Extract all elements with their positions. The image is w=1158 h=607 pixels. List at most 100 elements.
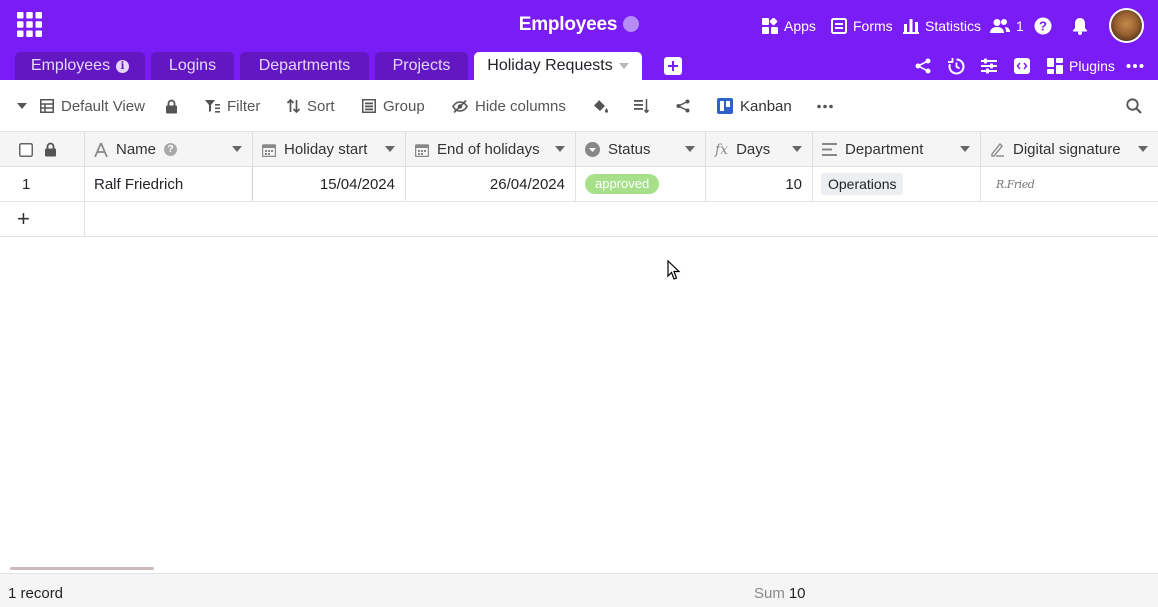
filter-button[interactable]: Filter <box>205 95 260 117</box>
statistics-footer: 1 record Sum 10 <box>0 573 1158 607</box>
paint-bucket-icon <box>594 99 608 113</box>
collaborators-button[interactable]: 1 <box>990 15 1024 37</box>
column-menu-icon[interactable] <box>1138 146 1148 152</box>
view-menu-toggle[interactable] <box>17 95 34 117</box>
column-end-of-holidays-label: End of holidays <box>437 141 540 158</box>
search-button[interactable] <box>1126 95 1149 117</box>
base-info-icon[interactable] <box>623 16 640 32</box>
info-icon: i <box>116 59 130 73</box>
bell-icon <box>1073 18 1087 35</box>
department-tag: Operations <box>821 173 904 195</box>
plugins-button[interactable]: Plugins <box>1047 55 1115 77</box>
table-header-row: Name ? Holiday start End of holidays Sta… <box>0 132 1158 167</box>
column-header-holiday-start[interactable]: Holiday start <box>253 132 406 167</box>
default-view-selector[interactable]: Default View <box>40 95 145 117</box>
plugins-label: Plugins <box>1069 58 1115 74</box>
more-icon <box>817 104 833 108</box>
row-height-button[interactable] <box>634 95 656 117</box>
column-header-department[interactable]: Department <box>813 132 981 167</box>
share-view-button[interactable] <box>676 95 697 117</box>
column-header-status[interactable]: Status <box>576 132 706 167</box>
link-icon <box>822 143 837 156</box>
cell-days[interactable]: 10 <box>706 167 813 201</box>
table-row[interactable]: 1 Ralf Friedrich 15/04/2024 26/04/2024 a… <box>0 167 1158 202</box>
share-icon <box>915 58 931 74</box>
sort-button[interactable]: Sort <box>287 95 335 117</box>
svg-text:?: ? <box>1039 19 1047 34</box>
lock-icon <box>166 99 177 113</box>
group-label: Group <box>383 97 425 115</box>
row-color-button[interactable] <box>593 95 616 117</box>
settings-button[interactable] <box>981 55 997 77</box>
share-button[interactable] <box>915 55 931 77</box>
plus-square-icon <box>664 57 682 75</box>
tab-logins-label: Logins <box>168 57 217 74</box>
cell-name[interactable]: Ralf Friedrich <box>85 167 253 201</box>
forms-icon <box>831 18 847 34</box>
column-department-label: Department <box>845 141 924 158</box>
notifications-button[interactable] <box>1072 15 1094 37</box>
cell-status[interactable]: approved <box>576 167 706 201</box>
eye-slash-icon <box>452 99 468 113</box>
help-icon[interactable]: ? <box>164 143 178 156</box>
column-header-digital-signature[interactable]: Digital signature <box>981 132 1158 167</box>
header-select-column <box>0 132 85 167</box>
row-index[interactable]: 1 <box>0 167 85 201</box>
column-header-end-of-holidays[interactable]: End of holidays <box>406 132 576 167</box>
status-badge: approved <box>585 174 660 194</box>
horizontal-scrollbar[interactable] <box>10 567 154 570</box>
table-icon <box>40 99 54 113</box>
column-menu-icon[interactable] <box>385 146 395 152</box>
user-avatar[interactable] <box>1109 8 1144 43</box>
tab-logins[interactable]: Logins <box>151 52 234 80</box>
apps-button[interactable]: Apps <box>762 15 816 37</box>
sort-icon <box>287 99 300 113</box>
column-menu-icon[interactable] <box>555 146 565 152</box>
add-row[interactable]: + <box>0 202 1158 237</box>
plugins-icon <box>1047 58 1063 74</box>
search-icon <box>1126 98 1142 114</box>
cell-holiday-start[interactable]: 15/04/2024 <box>253 167 406 201</box>
column-menu-icon[interactable] <box>792 146 802 152</box>
column-menu-icon[interactable] <box>685 146 695 152</box>
cell-digital-signature[interactable]: R.Fried <box>981 167 1158 201</box>
tab-projects[interactable]: Projects <box>375 52 468 80</box>
column-menu-icon[interactable] <box>232 146 242 152</box>
lock-view-button[interactable] <box>165 95 185 117</box>
hide-columns-button[interactable]: Hide columns <box>452 95 566 117</box>
statistics-icon <box>903 19 919 34</box>
cell-end-of-holidays[interactable]: 26/04/2024 <box>406 167 576 201</box>
group-icon <box>362 99 376 113</box>
api-button[interactable] <box>1014 55 1030 77</box>
group-button[interactable]: Group <box>362 95 425 117</box>
mouse-cursor-icon <box>667 260 681 280</box>
history-button[interactable] <box>948 55 965 77</box>
select-all-checkbox[interactable] <box>19 142 33 157</box>
cell-department[interactable]: Operations <box>813 167 981 201</box>
help-button[interactable]: ? <box>1034 15 1058 37</box>
base-title[interactable]: Employees <box>0 14 1158 36</box>
days-sum[interactable]: Sum 10 <box>754 585 806 602</box>
view-name: Default View <box>61 97 145 115</box>
share-icon <box>676 99 690 113</box>
tab-departments[interactable]: Departments <box>240 52 369 80</box>
kanban-button[interactable]: Kanban <box>717 95 792 117</box>
forms-button[interactable]: Forms <box>831 15 893 37</box>
chevron-down-icon[interactable] <box>618 63 629 69</box>
lock-icon[interactable] <box>44 142 57 157</box>
column-menu-icon[interactable] <box>960 146 970 152</box>
more-icon <box>1126 64 1144 68</box>
filter-icon <box>205 100 220 113</box>
tab-holiday-requests[interactable]: Holiday Requests <box>474 52 642 80</box>
more-options-button[interactable] <box>1126 55 1144 77</box>
column-header-name[interactable]: Name ? <box>85 132 253 167</box>
column-header-days[interactable]: fx Days <box>706 132 813 167</box>
add-row-button[interactable]: + <box>0 202 85 236</box>
single-select-icon <box>585 142 600 157</box>
statistics-button[interactable]: Statistics <box>903 15 981 37</box>
add-table-button[interactable] <box>664 57 682 75</box>
column-status-label: Status <box>608 141 651 158</box>
tab-employees[interactable]: Employees i <box>15 52 145 80</box>
history-icon <box>948 57 965 74</box>
toolbar-more-button[interactable] <box>817 95 840 117</box>
